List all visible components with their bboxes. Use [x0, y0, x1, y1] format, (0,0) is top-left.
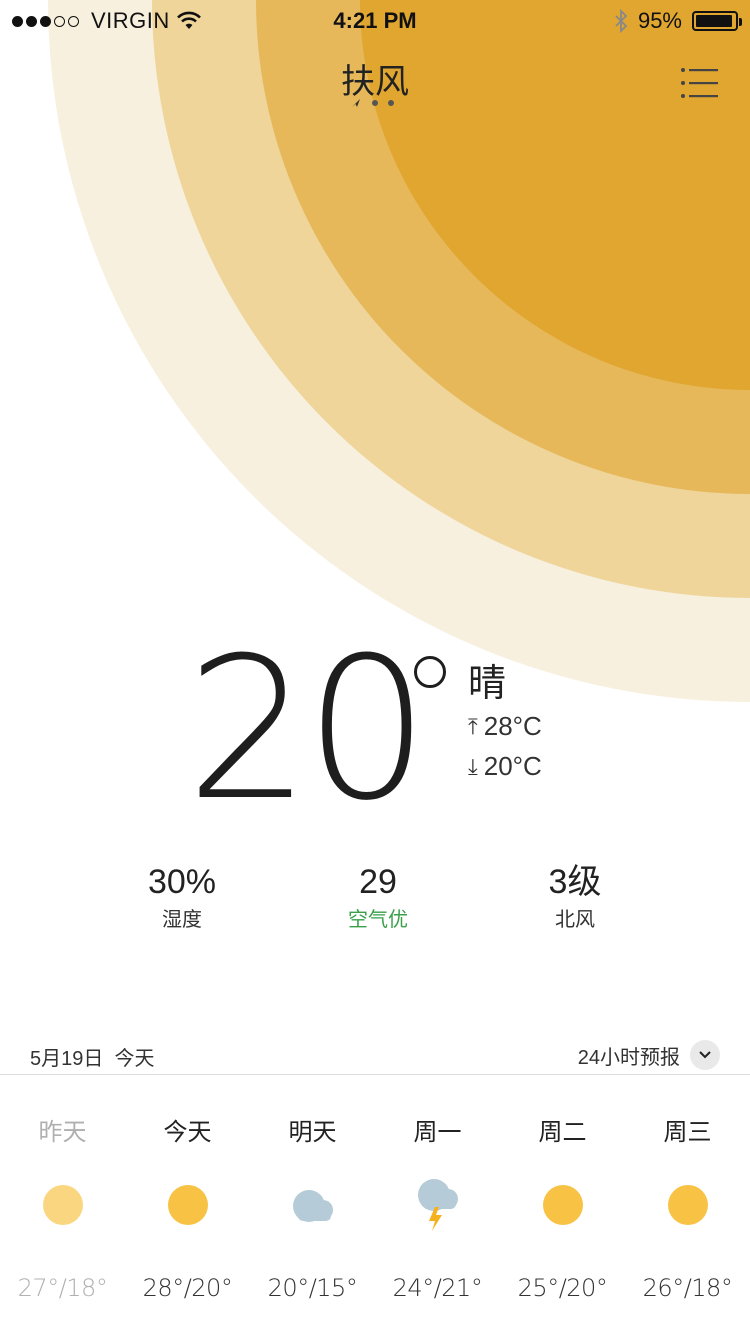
divider — [0, 1074, 750, 1075]
humidity-value: 30% — [147, 863, 217, 901]
arrow-down-icon: ⤓ — [468, 753, 478, 779]
forecast-temps: 25°/20° — [517, 1274, 608, 1302]
humidity-stat: 30% 湿度 — [102, 863, 262, 932]
forecast-day-yesterday[interactable]: 昨天 27°/18° — [0, 1112, 125, 1302]
status-right: 95% — [614, 8, 742, 34]
high-temperature: ⤒ 28°C — [468, 711, 542, 742]
forecast-day-today[interactable]: 今天 28°/20° — [125, 1112, 250, 1302]
air-quality-label: 空气优 — [348, 909, 408, 932]
low-temperature-value: 20°C — [483, 751, 542, 781]
forecast-temps: 27°/18° — [17, 1274, 108, 1302]
wind-value: 3级 — [548, 863, 602, 901]
menu-list-icon[interactable] — [680, 66, 720, 102]
sun-icon — [167, 1185, 208, 1225]
forecast-day-name: 周二 — [538, 1119, 587, 1146]
low-temperature: ⤓ 20°C — [468, 751, 542, 782]
air-quality-stat[interactable]: 29 空气优 — [298, 863, 458, 932]
daily-forecast: 昨天 27°/18° 今天 28°/20° 明天 20°/15° 周一 24°/… — [0, 1112, 750, 1302]
thunderstorm-icon — [417, 1179, 458, 1231]
hourly-forecast-toggle[interactable]: 24小时预报 — [578, 1040, 720, 1070]
page-dot — [372, 100, 378, 106]
forecast-day-name: 周一 — [413, 1119, 462, 1146]
forecast-day-monday[interactable]: 周一 24°/21° — [375, 1112, 500, 1302]
sun-icon — [42, 1185, 83, 1225]
location-arrow-icon — [352, 99, 360, 107]
wind-stat: 3级 北风 — [495, 863, 655, 932]
weather-condition: 晴 — [468, 663, 507, 705]
forecast-day-name: 昨天 — [38, 1119, 87, 1146]
wind-label: 北风 — [555, 909, 595, 932]
status-bar: VIRGIN 4:21 PM 95% — [0, 0, 750, 40]
arrow-up-icon: ⤒ — [468, 713, 478, 739]
current-temperature: 20 — [186, 616, 429, 844]
degree-symbol-icon — [414, 656, 446, 688]
forecast-temps: 28°/20° — [142, 1274, 233, 1302]
battery-percent: 95% — [637, 8, 682, 33]
forecast-temps: 24°/21° — [392, 1274, 483, 1302]
chevron-down-icon[interactable] — [690, 1040, 720, 1070]
sun-icon — [667, 1185, 708, 1225]
forecast-day-tuesday[interactable]: 周二 25°/20° — [500, 1112, 625, 1302]
forecast-day-name: 周三 — [663, 1119, 712, 1146]
sun-icon — [542, 1185, 583, 1225]
forecast-day-wednesday[interactable]: 周三 26°/18° — [625, 1112, 750, 1302]
current-date: 5月19日 今天 — [30, 1048, 155, 1070]
forecast-temps: 26°/18° — [642, 1274, 733, 1302]
bluetooth-icon — [615, 9, 628, 33]
battery-icon — [692, 11, 742, 31]
forecast-day-tomorrow[interactable]: 明天 20°/15° — [250, 1112, 375, 1302]
date-bar: 5月19日 今天 24小时预报 — [0, 1040, 750, 1074]
hourly-forecast-label: 24小时预报 — [577, 1046, 680, 1069]
page-indicator[interactable] — [350, 96, 400, 110]
cloud-icon — [292, 1190, 333, 1222]
forecast-day-name: 今天 — [163, 1119, 212, 1146]
page-dot — [388, 100, 394, 106]
forecast-day-name: 明天 — [288, 1119, 337, 1146]
air-quality-value: 29 — [359, 863, 397, 901]
forecast-temps: 20°/15° — [267, 1274, 358, 1302]
high-temperature-value: 28°C — [483, 711, 542, 741]
humidity-label: 湿度 — [162, 909, 202, 932]
